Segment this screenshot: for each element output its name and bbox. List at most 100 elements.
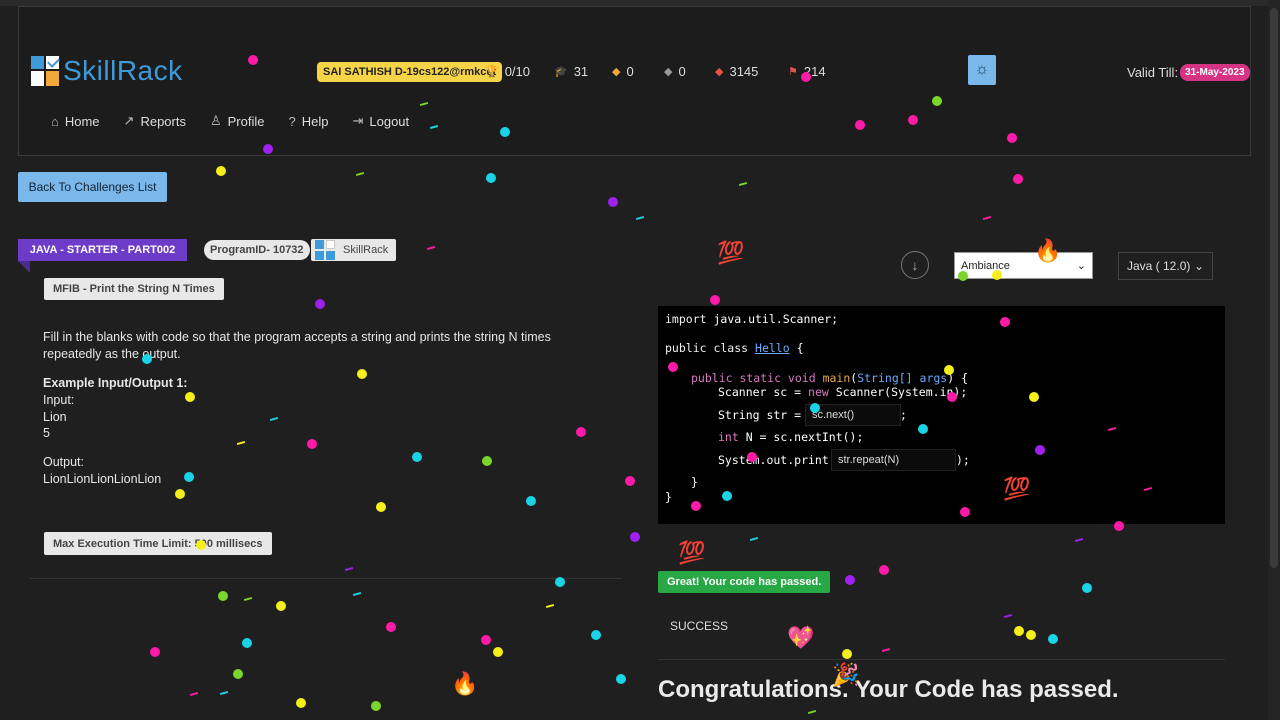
- theme-toggle-button[interactable]: ☼: [968, 55, 996, 85]
- confetti-dot: [960, 507, 970, 517]
- confetti-dot: [1013, 174, 1023, 184]
- nav-home[interactable]: ⌂ Home: [51, 113, 100, 129]
- stat-solved: 🎓 31: [554, 64, 589, 79]
- confetti-dot: [630, 532, 640, 542]
- code-line: String str =: [718, 408, 809, 422]
- confetti-streak: [355, 171, 365, 177]
- heart-emoji-icon: 💖: [787, 625, 815, 650]
- confetti-dot: [307, 439, 317, 449]
- input-line-2: 5: [43, 426, 50, 440]
- confetti-dot: [1007, 133, 1017, 143]
- confetti-dot: [591, 630, 601, 640]
- confetti-dot: [233, 669, 243, 679]
- nav-profile[interactable]: ♙ Profile: [210, 113, 265, 129]
- confetti-dot: [908, 115, 918, 125]
- confetti-dot: [150, 647, 160, 657]
- language-select[interactable]: Java ( 12.0) ⌄: [1118, 252, 1213, 280]
- confetti-dot: [1082, 583, 1092, 593]
- confetti-dot: [482, 456, 492, 466]
- blank-input-2[interactable]: str.repeat(N): [831, 449, 956, 471]
- confetti-dot: [1035, 445, 1045, 455]
- confetti-dot: [842, 649, 852, 659]
- confetti-dot: [296, 698, 306, 708]
- scrollbar-thumb[interactable]: [1270, 8, 1278, 568]
- fire-emoji-icon: 🔥: [451, 671, 479, 696]
- confetti-dot: [142, 354, 152, 364]
- logo[interactable]: SkillRack: [31, 55, 183, 87]
- confetti-dot: [1114, 521, 1124, 531]
- stat-silver: ◆ 0: [664, 64, 686, 79]
- confetti-streak: [243, 596, 253, 602]
- graduation-cap-icon: 🎓: [554, 66, 568, 78]
- confetti-dot: [175, 489, 185, 499]
- valid-date: 31-May-2023: [1180, 64, 1250, 81]
- logo-text: SkillRack: [63, 55, 183, 86]
- code-line: Scanner sc = new Scanner(System.in);: [718, 385, 968, 399]
- user-icon: ♙: [209, 113, 222, 128]
- confetti-streak: [344, 566, 354, 572]
- code-editor[interactable]: import java.util.Scanner; public class H…: [658, 306, 1225, 524]
- confetti-dot: [263, 144, 273, 154]
- confetti-dot: [855, 120, 865, 130]
- back-to-challenges-button[interactable]: Back To Challenges List: [18, 172, 167, 202]
- confetti-dot: [386, 622, 396, 632]
- nav-help[interactable]: ? Help: [289, 113, 329, 129]
- confetti-dot: [218, 591, 228, 601]
- confetti-dot: [691, 501, 701, 511]
- ribbon-tail: [18, 261, 30, 273]
- scrollbar[interactable]: [1268, 0, 1280, 720]
- confetti-dot: [932, 96, 942, 106]
- editor-theme-select[interactable]: Ambiance ⌄: [954, 252, 1093, 279]
- confetti-dot: [481, 635, 491, 645]
- confetti-dot: [1029, 392, 1039, 402]
- confetti-dot: [992, 270, 1002, 280]
- code-line: }: [691, 475, 698, 489]
- confetti-streak: [635, 215, 645, 221]
- confetti-dot: [500, 127, 510, 137]
- confetti-dot: [1048, 634, 1058, 644]
- confetti-dot: [412, 452, 422, 462]
- input-line-1: Lion: [43, 410, 67, 424]
- help-icon: ?: [288, 113, 296, 129]
- confetti-streak: [807, 709, 817, 715]
- code-line: ;: [900, 408, 907, 422]
- confetti-dot: [493, 647, 503, 657]
- stat-bronze: ◆ 3145: [715, 64, 759, 79]
- confetti-dot: [1026, 630, 1036, 640]
- passed-badge: Great! Your code has passed.: [658, 571, 831, 593]
- challenge-description: Fill in the blanks with code so that the…: [43, 330, 551, 361]
- arrow-down-icon: ↓: [911, 257, 919, 273]
- result-panel: SUCCESS: [658, 603, 1225, 660]
- user-badge: SAI SATHISH D-19cs122@rmkcet: [317, 62, 503, 82]
- home-icon: ⌂: [51, 113, 59, 129]
- chevron-down-icon: ⌄: [1193, 259, 1204, 273]
- chevron-down-icon: ⌄: [1076, 260, 1086, 272]
- confetti-dot: [376, 502, 386, 512]
- confetti-streak: [738, 181, 748, 187]
- nav-logout[interactable]: ⇥ Logout: [352, 113, 409, 129]
- fire-emoji-icon: 🔥: [1034, 238, 1062, 263]
- nav-reports[interactable]: ↗ Reports: [124, 113, 186, 129]
- confetti-streak: [426, 245, 436, 251]
- confetti-dot: [357, 369, 367, 379]
- confetti-dot: [184, 472, 194, 482]
- confetti-streak: [1074, 537, 1084, 543]
- output-label: Output:: [43, 455, 84, 469]
- confetti-dot: [1014, 626, 1024, 636]
- confetti-dot: [1000, 317, 1010, 327]
- confetti-dot: [196, 540, 206, 550]
- flag-icon: ⚑: [788, 66, 798, 78]
- code-line: );: [956, 453, 970, 467]
- code-line: }: [665, 490, 672, 504]
- left-panel-divider: [30, 578, 622, 579]
- silver-medal-icon: ◆: [664, 66, 673, 78]
- party-emoji-icon: 🎉: [832, 662, 860, 687]
- example-title: Example Input/Output 1:: [43, 376, 188, 390]
- skillrack-logo-icon: [315, 240, 335, 260]
- scroll-down-button[interactable]: ↓: [901, 251, 929, 279]
- confetti-dot: [801, 72, 811, 82]
- source-tag: SkillRack: [311, 239, 397, 261]
- confetti-dot: [526, 496, 536, 506]
- confetti-dot: [845, 575, 855, 585]
- confetti-streak: [219, 690, 229, 696]
